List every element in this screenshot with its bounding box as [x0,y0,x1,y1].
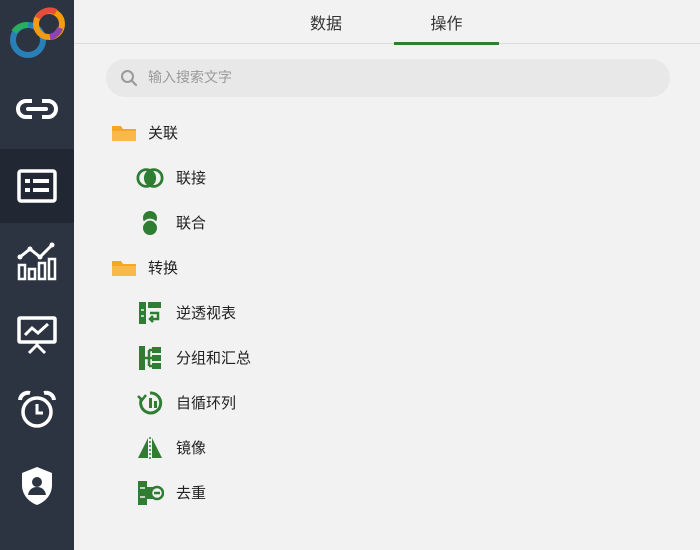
presentation-chart-icon [17,316,57,355]
tab-bar: 数据 操作 [74,0,700,45]
left-rail [0,0,74,550]
shield-user-icon [22,467,52,505]
rail-item-link[interactable] [0,72,74,146]
tree-item-group-summarize[interactable]: 分组和汇总 [136,335,251,380]
bar-line-chart-icon [17,242,57,281]
dedupe-icon [136,479,164,507]
rail-item-presentation[interactable] [0,298,74,372]
app-logo [0,0,74,70]
main-panel: 数据 操作 关联 [74,0,700,550]
tree-group-transform[interactable]: 转换 [110,245,178,290]
group-summarize-icon [136,344,164,372]
tab-data-label: 数据 [309,14,342,33]
tab-operations-label: 操作 [430,14,463,33]
tree-group-label: 关联 [148,124,179,142]
tree-item-label: 分组和汇总 [176,349,252,367]
mirror-icon [136,434,164,462]
tree-item-self-loop-column[interactable]: 自循环列 [136,380,236,425]
self-loop-column-icon [136,389,164,417]
search-input[interactable] [148,70,628,86]
active-tab-indicator [394,42,499,45]
alarm-clock-icon [18,390,56,428]
tree-group-association[interactable]: 关联 [110,110,178,155]
list-card-icon [17,169,57,203]
unpivot-icon [136,299,164,327]
tab-operations[interactable]: 操作 [394,0,499,45]
rail-item-data-ops[interactable] [0,149,74,223]
tree-group-label: 转换 [148,259,179,277]
tree-item-label: 镜像 [176,439,207,457]
tab-data[interactable]: 数据 [286,0,366,44]
logo-icon [10,7,65,58]
rail-item-security[interactable] [0,449,74,523]
rail-item-chart[interactable] [0,224,74,298]
tree-item-mirror[interactable]: 镜像 [136,425,206,470]
tree-item-unpivot[interactable]: 逆透视表 [136,290,236,335]
tree-item-label: 去重 [176,484,207,502]
folder-icon [110,254,138,282]
search-icon [121,70,138,87]
tree-item-label: 联合 [176,214,207,232]
tree-item-label: 自循环列 [176,394,237,412]
link-icon [16,98,58,120]
tree-item-union[interactable]: 联合 [136,200,206,245]
tree-item-label: 逆透视表 [176,304,237,322]
join-icon [136,164,164,192]
tree-item-join[interactable]: 联接 [136,155,206,200]
rail-item-schedule[interactable] [0,373,74,447]
union-icon [136,209,164,237]
tree-item-label: 联接 [176,169,207,187]
search-box[interactable] [106,59,670,97]
tree-item-dedupe[interactable]: 去重 [136,470,206,515]
folder-icon [110,119,138,147]
